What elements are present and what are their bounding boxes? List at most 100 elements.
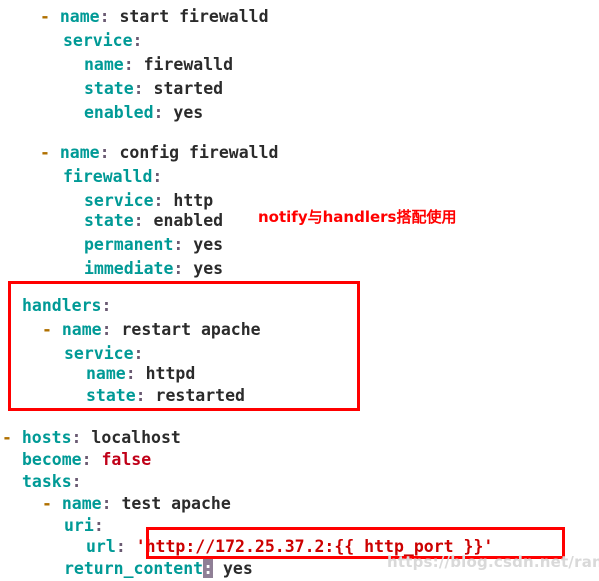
yaml-key: state: [84, 79, 134, 98]
yaml-colon: :: [101, 320, 112, 339]
yaml-value: yes: [173, 103, 204, 122]
code-line[interactable]: handlers:: [0, 293, 111, 318]
yaml-key: permanent: [84, 235, 174, 254]
yaml-colon: :: [99, 7, 110, 26]
code-surface: - name: start firewalld service: name: fir…: [0, 0, 599, 579]
watermark-text: https://blog.csdn.net/ranranncc_: [387, 553, 599, 571]
yaml-colon: :: [71, 428, 82, 447]
yaml-colon: :: [81, 450, 92, 469]
code-line[interactable]: service:: [0, 28, 142, 53]
yaml-key: name: [61, 494, 102, 513]
code-line[interactable]: name: firewalld: [0, 52, 233, 77]
yaml-colon: :: [115, 537, 126, 556]
code-line[interactable]: - name: config firewalld: [0, 140, 278, 165]
yaml-key: service: [63, 31, 133, 50]
code-line[interactable]: - name: start firewalld: [0, 4, 269, 29]
yaml-value: localhost: [91, 428, 181, 447]
yaml-colon: :: [93, 516, 104, 535]
yaml-colon: :: [133, 211, 144, 230]
code-line[interactable]: - name: restart apache: [0, 317, 261, 342]
code-line[interactable]: return_content: yes: [0, 556, 253, 581]
yaml-key: become: [22, 450, 82, 469]
annotation-note: notify与handlers搭配使用: [258, 208, 457, 226]
yaml-colon: :: [125, 364, 136, 383]
yaml-key: name: [59, 143, 100, 162]
yaml-list-dash: -: [42, 494, 52, 513]
code-line[interactable]: immediate: yes: [0, 256, 223, 281]
yaml-colon: :: [123, 55, 134, 74]
yaml-value: false: [101, 450, 152, 469]
yaml-list-dash: -: [40, 7, 50, 26]
yaml-key: url: [86, 537, 116, 556]
yaml-colon: :: [152, 167, 163, 186]
yaml-list-dash: -: [42, 320, 52, 339]
yaml-colon: :: [173, 259, 184, 278]
yaml-colon: :: [132, 31, 143, 50]
yaml-value: config firewalld: [119, 143, 279, 162]
yaml-value: httpd: [145, 364, 196, 383]
yaml-colon: :: [153, 103, 164, 122]
yaml-colon: :: [133, 79, 144, 98]
yaml-value: yes: [193, 235, 224, 254]
yaml-value: restart apache: [121, 320, 261, 339]
yaml-list-dash: -: [40, 143, 50, 162]
yaml-colon: :: [71, 472, 82, 491]
yaml-value: started: [153, 79, 224, 98]
yaml-key: name: [59, 7, 100, 26]
yaml-colon: :: [135, 386, 146, 405]
yaml-key: name: [86, 364, 126, 383]
yaml-colon: :: [173, 235, 184, 254]
yaml-key: uri: [64, 516, 94, 535]
yaml-value: restarted: [155, 386, 245, 405]
yaml-key: state: [86, 386, 136, 405]
yaml-key: return_content: [64, 559, 204, 578]
yaml-key: hosts: [21, 428, 72, 447]
code-line[interactable]: firewalld:: [0, 164, 162, 189]
code-line[interactable]: state: started: [0, 76, 223, 101]
yaml-key: state: [84, 211, 134, 230]
yaml-list-dash: -: [2, 428, 12, 447]
yaml-value: yes: [222, 559, 253, 578]
yaml-key: handlers: [22, 296, 102, 315]
yaml-value: yes: [193, 259, 224, 278]
code-line[interactable]: permanent: yes: [0, 232, 223, 257]
yaml-value: firewalld: [143, 55, 234, 74]
yaml-key: tasks: [22, 472, 72, 491]
yaml-value: test apache: [121, 494, 231, 513]
yaml-value: start firewalld: [119, 7, 269, 26]
code-line[interactable]: state: restarted: [0, 383, 245, 408]
yaml-key: enabled: [84, 103, 154, 122]
yaml-value: enabled: [153, 211, 224, 230]
yaml-key: name: [61, 320, 102, 339]
yaml-key: immediate: [84, 259, 174, 278]
text-cursor-block: :: [203, 559, 214, 578]
yaml-colon: :: [99, 143, 110, 162]
yaml-key: name: [84, 55, 124, 74]
code-line[interactable]: state: enabled: [0, 208, 223, 233]
yaml-colon: :: [101, 296, 112, 315]
code-line[interactable]: enabled: yes: [0, 100, 203, 125]
yaml-colon: :: [101, 494, 112, 513]
yaml-key: firewalld: [63, 167, 153, 186]
